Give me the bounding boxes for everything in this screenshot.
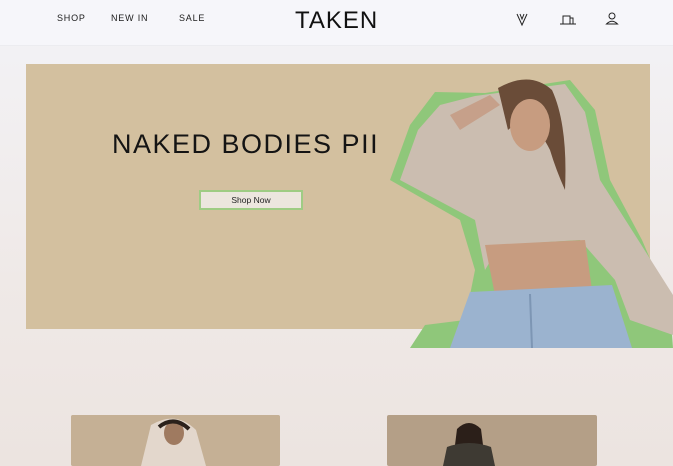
nav-sale[interactable]: SALE [179, 13, 205, 23]
wishlist-icon[interactable] [513, 10, 531, 28]
account-icon[interactable] [603, 10, 621, 28]
nav-shop[interactable]: SHOP [57, 13, 86, 23]
shop-now-button[interactable]: Shop Now [199, 190, 303, 210]
nav-new-in[interactable]: NEW IN [111, 13, 148, 23]
hero-title: NAKED BODIES PII [112, 129, 380, 159]
hero-model-image [390, 79, 673, 348]
cart-icon[interactable] [558, 10, 578, 28]
brand-logo[interactable]: TAKEN [295, 7, 378, 35]
product-card-right[interactable] [387, 415, 597, 466]
product-card-left[interactable] [71, 415, 280, 466]
site-header: SHOP NEW IN SALE TAKEN [0, 0, 673, 46]
